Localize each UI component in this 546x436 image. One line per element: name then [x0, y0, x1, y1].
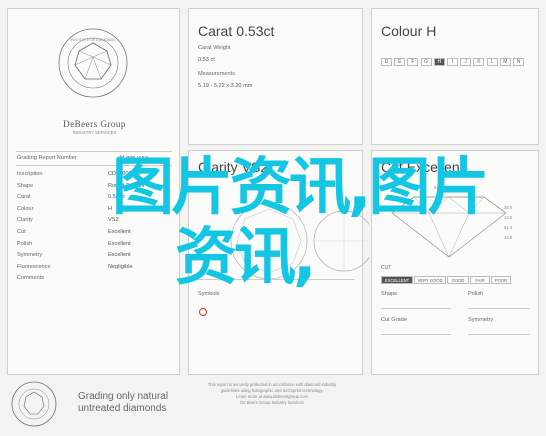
carat-panel: Carat 0.53ct Carat Weight 0.53 ct Measure… — [188, 8, 363, 145]
colour-grade-box: F — [407, 58, 419, 66]
carat-weight-value: 0.53 ct — [198, 57, 215, 63]
cut-row-label: Symmetry — [468, 317, 494, 323]
colour-grade-box: G — [420, 58, 432, 66]
colour-value: H — [426, 23, 437, 39]
report-row-value: Excellent — [108, 252, 131, 259]
report-row-label: Carat — [17, 194, 31, 201]
footer-seal-icon — [11, 381, 57, 427]
measurements-value: 5.19 - 5.22 x 3.20 mm — [198, 83, 253, 89]
report-row-label: Fluorescence — [17, 263, 51, 270]
colour-grade-box: N — [513, 58, 524, 66]
report-row-label: Symmetry — [17, 252, 43, 259]
cut-proportion-label: 13.5 — [504, 215, 513, 220]
seal-text: INSTITUTE OF DIAMONDS — [70, 38, 116, 42]
report-row-label: Colour — [17, 205, 34, 212]
cut-row-label: Cut Grade — [381, 317, 407, 323]
watermark-line-2: 资讯, — [175, 220, 317, 293]
carat-title: Carat 0.53ct — [198, 23, 275, 39]
cut-grade-box: GOOD — [447, 276, 469, 284]
colour-grade-box: D — [381, 58, 392, 66]
watermark-line-1: 图片资讯,图片 — [112, 150, 490, 223]
colour-grade-box: L — [486, 58, 498, 66]
colour-grade-box: I — [447, 58, 458, 66]
footer-notice: This report is securely protected in acc… — [207, 382, 337, 405]
cut-proportion-label: 43.0 — [504, 235, 513, 240]
cut-row-divider — [468, 308, 530, 309]
colour-title: Colour H — [381, 23, 437, 39]
report-row-label: Polish — [17, 240, 33, 247]
crystal-symbol-icon — [199, 308, 207, 316]
colour-panel: Colour H DEFGHIJKLMN — [371, 8, 539, 145]
cut-row-label: Polish — [468, 291, 484, 297]
footer-tagline: Grading only natural untreated diamonds — [78, 391, 169, 414]
report-row-label: Inscription — [17, 171, 43, 177]
colour-grade-box: H — [433, 58, 445, 66]
footer-strip: Grading only natural untreated diamonds … — [7, 377, 539, 429]
colour-grade-box: J — [460, 58, 472, 66]
cut-row-label: Shape — [381, 291, 398, 297]
report-row-label: Clarity — [17, 217, 33, 224]
cut-row-divider — [381, 308, 451, 309]
cut-grade-box: FAIR — [470, 276, 490, 284]
brand-subtitle: INDUSTRY SERVICES — [72, 130, 117, 135]
report-number-label: Grading Report Number — [17, 155, 77, 161]
cut-row-divider — [381, 334, 451, 335]
report-row-value: Negligible — [108, 263, 133, 270]
cut-proportion-label: 35.0 — [504, 205, 513, 210]
report-row-value: Excellent — [108, 229, 131, 235]
colour-grade-box: K — [473, 58, 485, 66]
cut-grade-label: CUT — [381, 265, 392, 271]
cut-proportion-label: 61.4 — [504, 225, 513, 230]
report-row-label: Cut — [17, 229, 26, 235]
brand-name: DeBeers Group — [63, 119, 126, 129]
report-row-value: Excellent — [108, 240, 131, 247]
report-row-label: Shape — [17, 182, 34, 189]
report-row-label: Comments — [17, 275, 45, 282]
carat-value: 0.53ct — [236, 23, 275, 39]
carat-weight-label: Carat Weight — [198, 45, 231, 51]
colour-grade-box: E — [394, 58, 406, 66]
measurements-label: Measurements — [198, 71, 235, 77]
colour-grade-box: M — [499, 58, 511, 66]
cut-grade-box: EXCELLENT — [381, 276, 413, 284]
cut-grade-box: VERY GOOD — [414, 276, 446, 284]
cut-grade-box: POOR — [491, 276, 511, 284]
cut-row-divider — [468, 334, 530, 335]
